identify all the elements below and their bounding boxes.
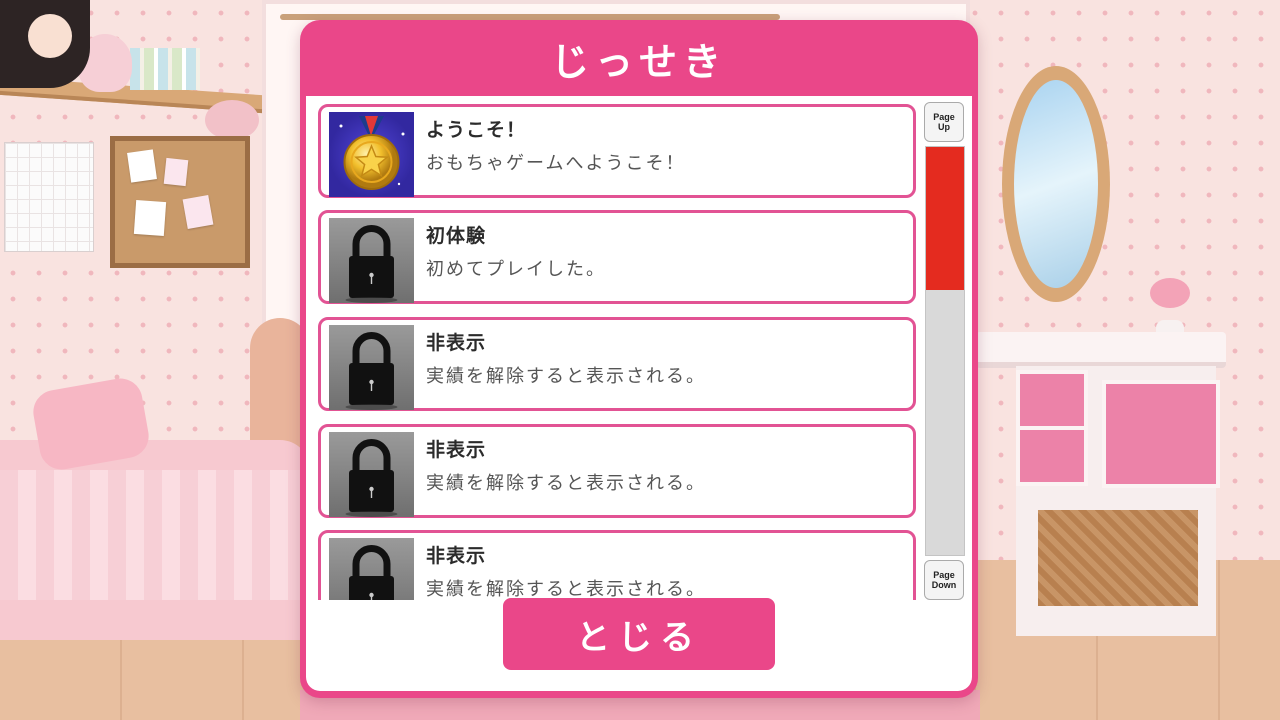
dialog-body: ようこそ！ おもちゃゲームへようこそ！ 初体験 初めてプレイした。 非表示 実績…	[306, 96, 972, 691]
achievement-description: 実績を解除すると表示される。	[426, 473, 706, 494]
padlock-icon	[329, 325, 414, 410]
vanity-desk-top	[976, 332, 1226, 368]
achievement-description: 初めてプレイした。	[426, 259, 606, 280]
padlock-icon	[329, 538, 414, 600]
bed-ruffle	[0, 470, 310, 600]
achievement-description: 実績を解除すると表示される。	[426, 579, 706, 600]
corkboard	[110, 136, 250, 268]
scrollbar-track[interactable]	[925, 146, 965, 556]
achievement-description: 実績を解除すると表示される。	[426, 366, 706, 387]
scrollbar-thumb[interactable]	[926, 147, 964, 290]
page-down-button[interactable]: Page Down	[924, 560, 964, 600]
wall-calendar	[4, 142, 94, 252]
page-up-label-line2: Up	[938, 122, 950, 132]
page-down-label-line1: Page	[933, 570, 955, 580]
dialog-title: じっせき	[550, 39, 727, 84]
achievement-description: おもちゃゲームへようこそ！	[426, 153, 686, 174]
page-up-button[interactable]: Page Up	[924, 102, 964, 142]
achievement-title: ようこそ！	[426, 119, 527, 141]
gold-star-medal-icon	[329, 112, 414, 197]
doll	[0, 0, 90, 88]
achievement-list[interactable]: ようこそ！ おもちゃゲームへようこそ！ 初体験 初めてプレイした。 非表示 実績…	[316, 104, 922, 600]
achievement-title: 非表示	[426, 439, 487, 461]
page-down-label-line2: Down	[931, 580, 957, 590]
books	[130, 48, 200, 90]
achievement-title: 非表示	[426, 332, 487, 354]
close-button[interactable]: とじる	[503, 598, 775, 670]
achievement-item: 初体験 初めてプレイした。	[318, 210, 916, 304]
padlock-icon	[329, 218, 414, 303]
achievement-item: 非表示 実績を解除すると表示される。	[318, 317, 916, 411]
page-up-label-line1: Page	[933, 112, 955, 122]
achievements-dialog: じっせき ようこそ！ おもちゃゲームへようこそ！ 初体験 初めてプレイした。 非…	[300, 20, 978, 698]
pink-plush	[205, 100, 259, 140]
achievement-title: 初体験	[426, 225, 487, 247]
achievement-item: 非表示 実績を解除すると表示される。	[318, 424, 916, 518]
flower	[1150, 278, 1190, 308]
achievement-title: 非表示	[426, 545, 487, 567]
achievement-item: ようこそ！ おもちゃゲームへようこそ！	[318, 104, 916, 198]
basket	[1038, 510, 1198, 606]
achievement-item: 非表示 実績を解除すると表示される。	[318, 530, 916, 600]
mirror-glass	[1014, 80, 1098, 288]
padlock-icon	[329, 432, 414, 517]
